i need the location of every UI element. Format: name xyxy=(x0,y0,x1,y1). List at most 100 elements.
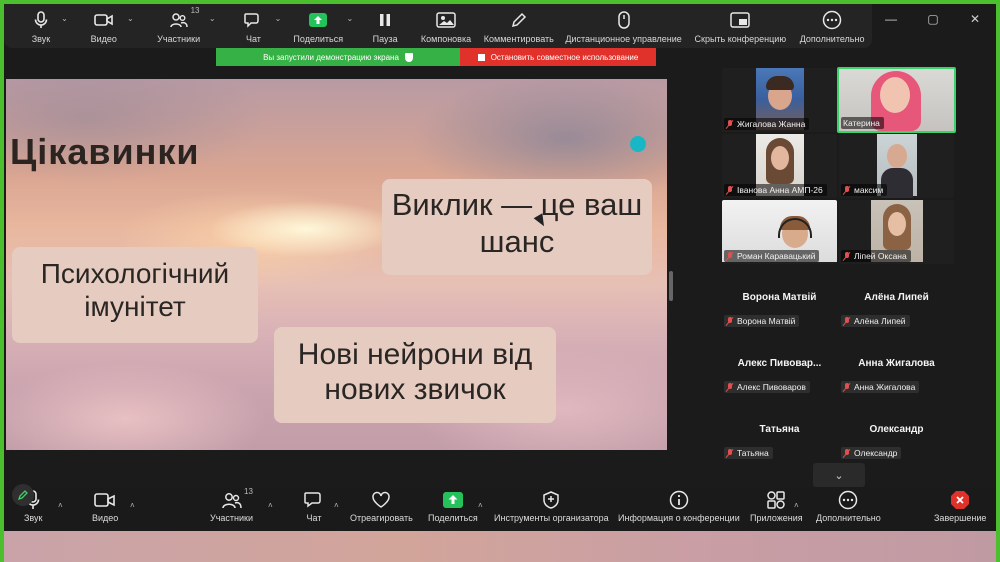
tb-chat-label: Чат xyxy=(245,34,261,44)
chevron-down-icon[interactable]: ⌄ xyxy=(127,14,134,23)
slide-title: Цікавинки xyxy=(10,131,200,172)
name-tile[interactable]: Ворона Матвій Ворона Матвій xyxy=(722,285,837,349)
participant-name: Ліпей Оксана xyxy=(854,251,907,261)
split-resize-handle[interactable] xyxy=(669,271,673,301)
desktop-background-strip xyxy=(4,531,996,562)
name-tile[interactable]: Алёна Липей Алёна Липей xyxy=(839,285,954,349)
tb-share-label: Поделиться xyxy=(293,34,344,44)
tb-annotate-button[interactable]: Комментировать xyxy=(479,4,559,46)
tb-hide-meeting-label: Скрыть конференцию xyxy=(694,34,787,44)
chevron-down-icon[interactable]: ⌄ xyxy=(275,14,282,23)
hide-meeting-icon xyxy=(728,9,752,31)
mic-off-icon xyxy=(726,382,734,392)
participant-name-tag: максим xyxy=(841,184,888,196)
share-screen-icon xyxy=(306,9,330,31)
chevron-up-icon[interactable]: ˄ xyxy=(334,501,339,510)
participant-name-tag: Іванова Анна АМП-26 xyxy=(724,184,827,196)
stop-share-button[interactable]: Остановить совместное использование xyxy=(460,48,656,66)
host-tools-label: Инструменты организатора xyxy=(494,513,609,523)
more-icon xyxy=(838,489,858,511)
tb-pause-label: Пауза xyxy=(372,34,398,44)
name-tile[interactable]: Анна Жигалова Анна Жигалова xyxy=(839,351,954,415)
participant-name-tag: Татьяна xyxy=(724,447,773,459)
video-button[interactable]: Видео xyxy=(92,489,118,523)
chat-icon xyxy=(241,9,265,31)
shield-icon xyxy=(542,489,560,511)
host-tools-button[interactable]: Инструменты организатора xyxy=(494,489,609,523)
chevron-down-icon[interactable]: ⌄ xyxy=(347,14,354,23)
slide-bubble-immunity: Психологічний імунітет xyxy=(12,247,258,343)
chevron-up-icon[interactable]: ˄ xyxy=(268,501,273,510)
shield-icon xyxy=(404,52,413,62)
name-tile[interactable]: Алекс Пивовар... Алекс Пивоваров xyxy=(722,351,837,415)
mic-off-icon xyxy=(726,251,734,261)
chat-button[interactable]: Чат xyxy=(304,489,324,523)
video-tile[interactable]: максим xyxy=(839,134,954,198)
close-icon[interactable]: ✕ xyxy=(954,10,996,28)
layout-icon xyxy=(434,9,458,31)
chevron-down-icon: ⌄ xyxy=(834,469,844,482)
zoom-window: Цікавинки Виклик — це ваш шанс Психологі… xyxy=(4,4,996,531)
tb-pause-button[interactable]: Пауза xyxy=(357,4,413,46)
participants-icon xyxy=(221,489,242,511)
mic-off-icon xyxy=(843,251,851,261)
participant-face xyxy=(888,212,906,236)
slide-bubble-neurons: Нові нейрони від нових звичок xyxy=(274,327,556,423)
share-button[interactable]: Поделиться xyxy=(428,489,478,523)
mic-off-icon xyxy=(843,448,851,458)
more-button[interactable]: Дополнительно xyxy=(816,489,881,523)
chevron-up-icon[interactable]: ˄ xyxy=(478,501,483,510)
tb-chat-button[interactable]: Чат ⌄ xyxy=(222,4,286,46)
participant-name-tag: Жигалова Жанна xyxy=(724,118,810,130)
video-label: Видео xyxy=(92,513,119,523)
end-meeting-button[interactable]: Завершение xyxy=(934,489,986,523)
mic-icon xyxy=(29,9,53,31)
heart-icon xyxy=(371,489,391,511)
mic-off-icon xyxy=(726,316,734,326)
tb-participants-button[interactable]: Участники 13 ⌄ xyxy=(140,4,218,46)
meeting-toolbar: Звук ˄ Видео ˄ Участники 13 ˄ Чат ˄ Отре… xyxy=(4,487,996,531)
maximize-icon[interactable]: ▢ xyxy=(912,10,954,28)
chevron-up-icon[interactable]: ˄ xyxy=(794,501,799,510)
tb-audio-label: Звук xyxy=(31,34,51,44)
tb-share-button[interactable]: Поделиться ⌄ xyxy=(285,4,354,46)
tb-audio-button[interactable]: Звук ⌄ xyxy=(10,4,72,46)
chevron-up-icon[interactable]: ˄ xyxy=(58,501,63,510)
annotate-icon xyxy=(507,9,531,31)
participant-name-tag: Олександр xyxy=(841,447,902,459)
tb-hide-meeting-button[interactable]: Скрыть конференцию xyxy=(688,4,792,46)
meeting-info-button[interactable]: Информация о конференции xyxy=(618,489,740,523)
participant-hair xyxy=(766,76,794,90)
react-button[interactable]: Отреагировать xyxy=(350,489,413,523)
tb-more-label: Дополнительно xyxy=(799,34,865,44)
chat-label: Чат xyxy=(306,513,322,523)
chevron-up-icon[interactable]: ˄ xyxy=(130,501,135,510)
shared-slide: Цікавинки Виклик — це ваш шанс Психологі… xyxy=(6,79,667,450)
tb-more-button[interactable]: Дополнительно xyxy=(792,4,872,46)
participant-name: Ворона Матвій xyxy=(737,316,796,326)
stop-icon xyxy=(477,53,485,61)
video-tile[interactable]: Роман Каравацький xyxy=(722,200,837,264)
tb-annotate-label: Комментировать xyxy=(483,34,554,44)
mic-off-icon xyxy=(843,316,851,326)
participants-count: 13 xyxy=(190,6,200,15)
participant-name: Катерина xyxy=(843,118,880,128)
video-tile[interactable]: Ліпей Оксана xyxy=(839,200,954,264)
video-tile[interactable]: Жигалова Жанна xyxy=(722,68,837,132)
share-toolbar: Звук ⌄ Видео ⌄ Участники 13 ⌄ Чат ⌄ Поде… xyxy=(4,4,872,48)
tb-video-button[interactable]: Видео ⌄ xyxy=(72,4,136,46)
gallery-next-page-button[interactable]: ⌄ xyxy=(813,463,865,487)
tb-layout-button[interactable]: Компоновка xyxy=(413,4,479,46)
chevron-down-icon[interactable]: ⌄ xyxy=(209,14,216,23)
chevron-down-icon[interactable]: ⌄ xyxy=(61,14,68,23)
video-tile[interactable]: Іванова Анна АМП-26 xyxy=(722,134,837,198)
audio-label: Звук xyxy=(24,513,43,523)
sharing-status-text: Вы запустили демонстрацию экрана xyxy=(263,52,399,62)
annotate-pen-icon[interactable] xyxy=(12,484,34,506)
minimize-icon[interactable]: — xyxy=(870,10,912,28)
video-tile-active-speaker[interactable]: Катерина xyxy=(837,67,956,133)
tb-remote-control-button[interactable]: Дистанционное управление xyxy=(559,4,689,46)
end-icon xyxy=(950,489,970,511)
participant-name-tag: Алёна Липей xyxy=(841,315,910,327)
meeting-info-label: Информация о конференции xyxy=(618,513,740,523)
